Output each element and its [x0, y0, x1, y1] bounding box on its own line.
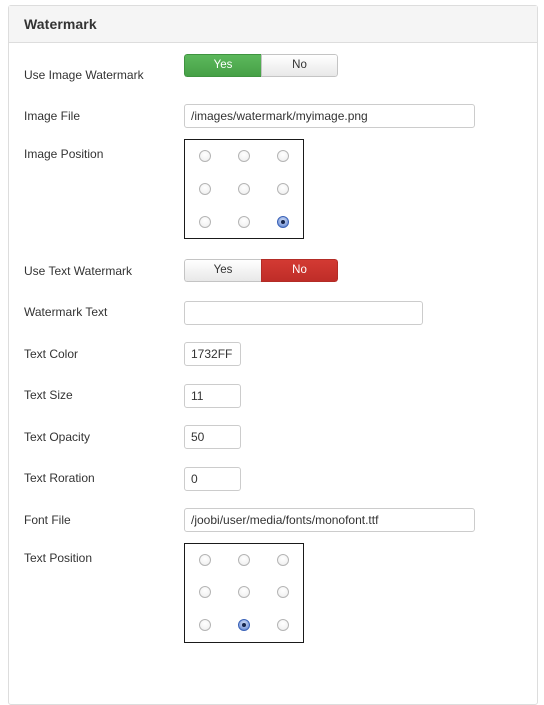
row-use-text-watermark: Use Text Watermark Yes No [9, 250, 537, 292]
image-position-top-center-radio[interactable] [237, 150, 250, 163]
image-position-middle-left-radio[interactable] [198, 182, 211, 195]
row-font-file: Font File [9, 499, 537, 541]
label-image-position: Image Position [24, 147, 104, 161]
label-watermark-text: Watermark Text [24, 305, 108, 320]
text-opacity-wrap [184, 425, 241, 449]
image-position-bottom-center-radio[interactable] [237, 215, 250, 228]
text-rotation-wrap [184, 466, 241, 491]
row-image-file: Image File [9, 96, 537, 138]
font-file-wrap [184, 508, 475, 532]
toggle-use-image-watermark: Yes No [184, 54, 338, 77]
text-size-input[interactable] [184, 383, 241, 408]
image-position-top-left-radio[interactable] [198, 150, 211, 163]
image-position-bottom-left-radio[interactable] [198, 215, 211, 228]
panel-heading: Watermark [9, 6, 537, 43]
text-position-bottom-left-radio[interactable] [198, 619, 211, 632]
text-position-bottom-right-radio[interactable] [277, 619, 290, 632]
text-position-bottom-center-radio[interactable] [237, 619, 250, 632]
font-file-input[interactable] [184, 508, 475, 532]
text-size-wrap [184, 383, 241, 408]
row-text-opacity: Text Opacity [9, 416, 537, 458]
watermark-panel: Watermark Use Image Watermark Yes No Ima… [8, 5, 538, 705]
watermark-text-input[interactable] [184, 300, 423, 325]
text-position-grid [184, 542, 304, 643]
use-image-watermark-no-button[interactable]: No [261, 54, 338, 77]
image-file-input[interactable] [184, 103, 475, 128]
image-file-wrap [184, 103, 475, 128]
label-use-image-watermark: Use Image Watermark [24, 67, 144, 82]
row-text-size: Text Size [9, 375, 537, 417]
image-position-middle-center-radio[interactable] [237, 182, 250, 195]
text-position-wrap [184, 542, 304, 643]
text-color-wrap [184, 342, 241, 366]
use-image-watermark-yes-button[interactable]: Yes [184, 54, 261, 77]
use-text-watermark-no-button[interactable]: No [261, 259, 338, 282]
btn-group-use-image-watermark: Yes No [184, 54, 338, 77]
label-use-text-watermark: Use Text Watermark [24, 263, 133, 278]
toggle-use-text-watermark: Yes No [184, 259, 338, 282]
use-text-watermark-yes-button[interactable]: Yes [184, 259, 261, 282]
text-position-top-center-radio[interactable] [237, 553, 250, 566]
row-text-position: Text Position [9, 541, 537, 654]
text-position-top-right-radio[interactable] [277, 553, 290, 566]
row-image-position: Image Position [9, 137, 537, 250]
text-position-top-left-radio[interactable] [198, 553, 211, 566]
label-font-file: Font File [24, 512, 71, 527]
label-text-opacity: Text Opacity [24, 429, 91, 444]
text-position-middle-left-radio[interactable] [198, 586, 211, 599]
text-opacity-input[interactable] [184, 425, 241, 449]
image-position-middle-right-radio[interactable] [277, 182, 290, 195]
page-title: Watermark [24, 16, 97, 32]
text-position-middle-right-radio[interactable] [277, 586, 290, 599]
image-position-grid [184, 139, 304, 239]
label-image-file: Image File [24, 109, 81, 124]
row-text-color: Text Color [9, 333, 537, 375]
image-position-top-right-radio[interactable] [277, 150, 290, 163]
btn-group-use-text-watermark: Yes No [184, 259, 338, 282]
text-position-middle-center-radio[interactable] [237, 586, 250, 599]
panel-body: Use Image Watermark Yes No Image File Im… [9, 43, 537, 654]
label-text-color: Text Color [24, 346, 79, 361]
label-text-size: Text Size [24, 388, 73, 403]
row-text-rotation: Text Roration [9, 458, 537, 500]
label-text-rotation: Text Roration [24, 471, 95, 486]
image-position-bottom-right-radio[interactable] [277, 215, 290, 228]
row-use-image-watermark: Use Image Watermark Yes No [9, 54, 537, 96]
watermark-text-wrap [184, 300, 423, 325]
label-text-position: Text Position [24, 550, 93, 565]
text-color-input[interactable] [184, 342, 241, 366]
row-watermark-text: Watermark Text [9, 292, 537, 334]
image-position-wrap [184, 139, 304, 239]
text-rotation-input[interactable] [184, 466, 241, 491]
